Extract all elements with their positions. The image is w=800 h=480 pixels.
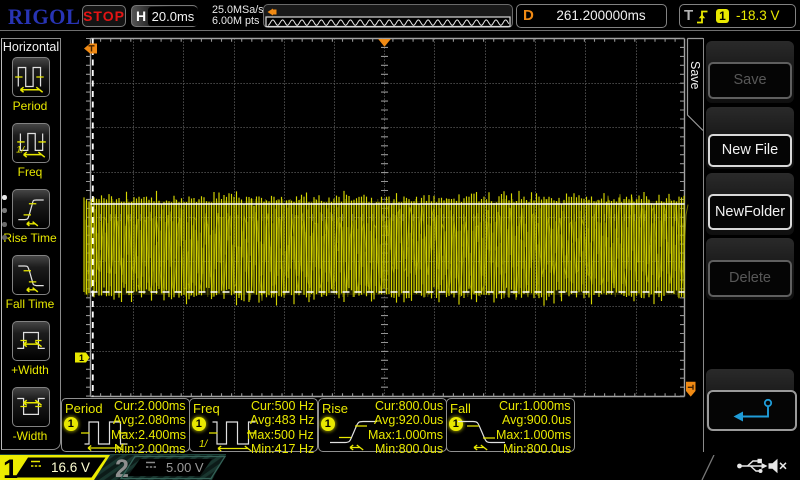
svg-text:16.6 V: 16.6 V — [51, 460, 90, 475]
svg-text:1: 1 — [3, 455, 18, 480]
svg-text:1/: 1/ — [199, 439, 209, 450]
svg-text:1: 1 — [79, 353, 84, 363]
svg-text:5.00 V: 5.00 V — [166, 460, 204, 475]
